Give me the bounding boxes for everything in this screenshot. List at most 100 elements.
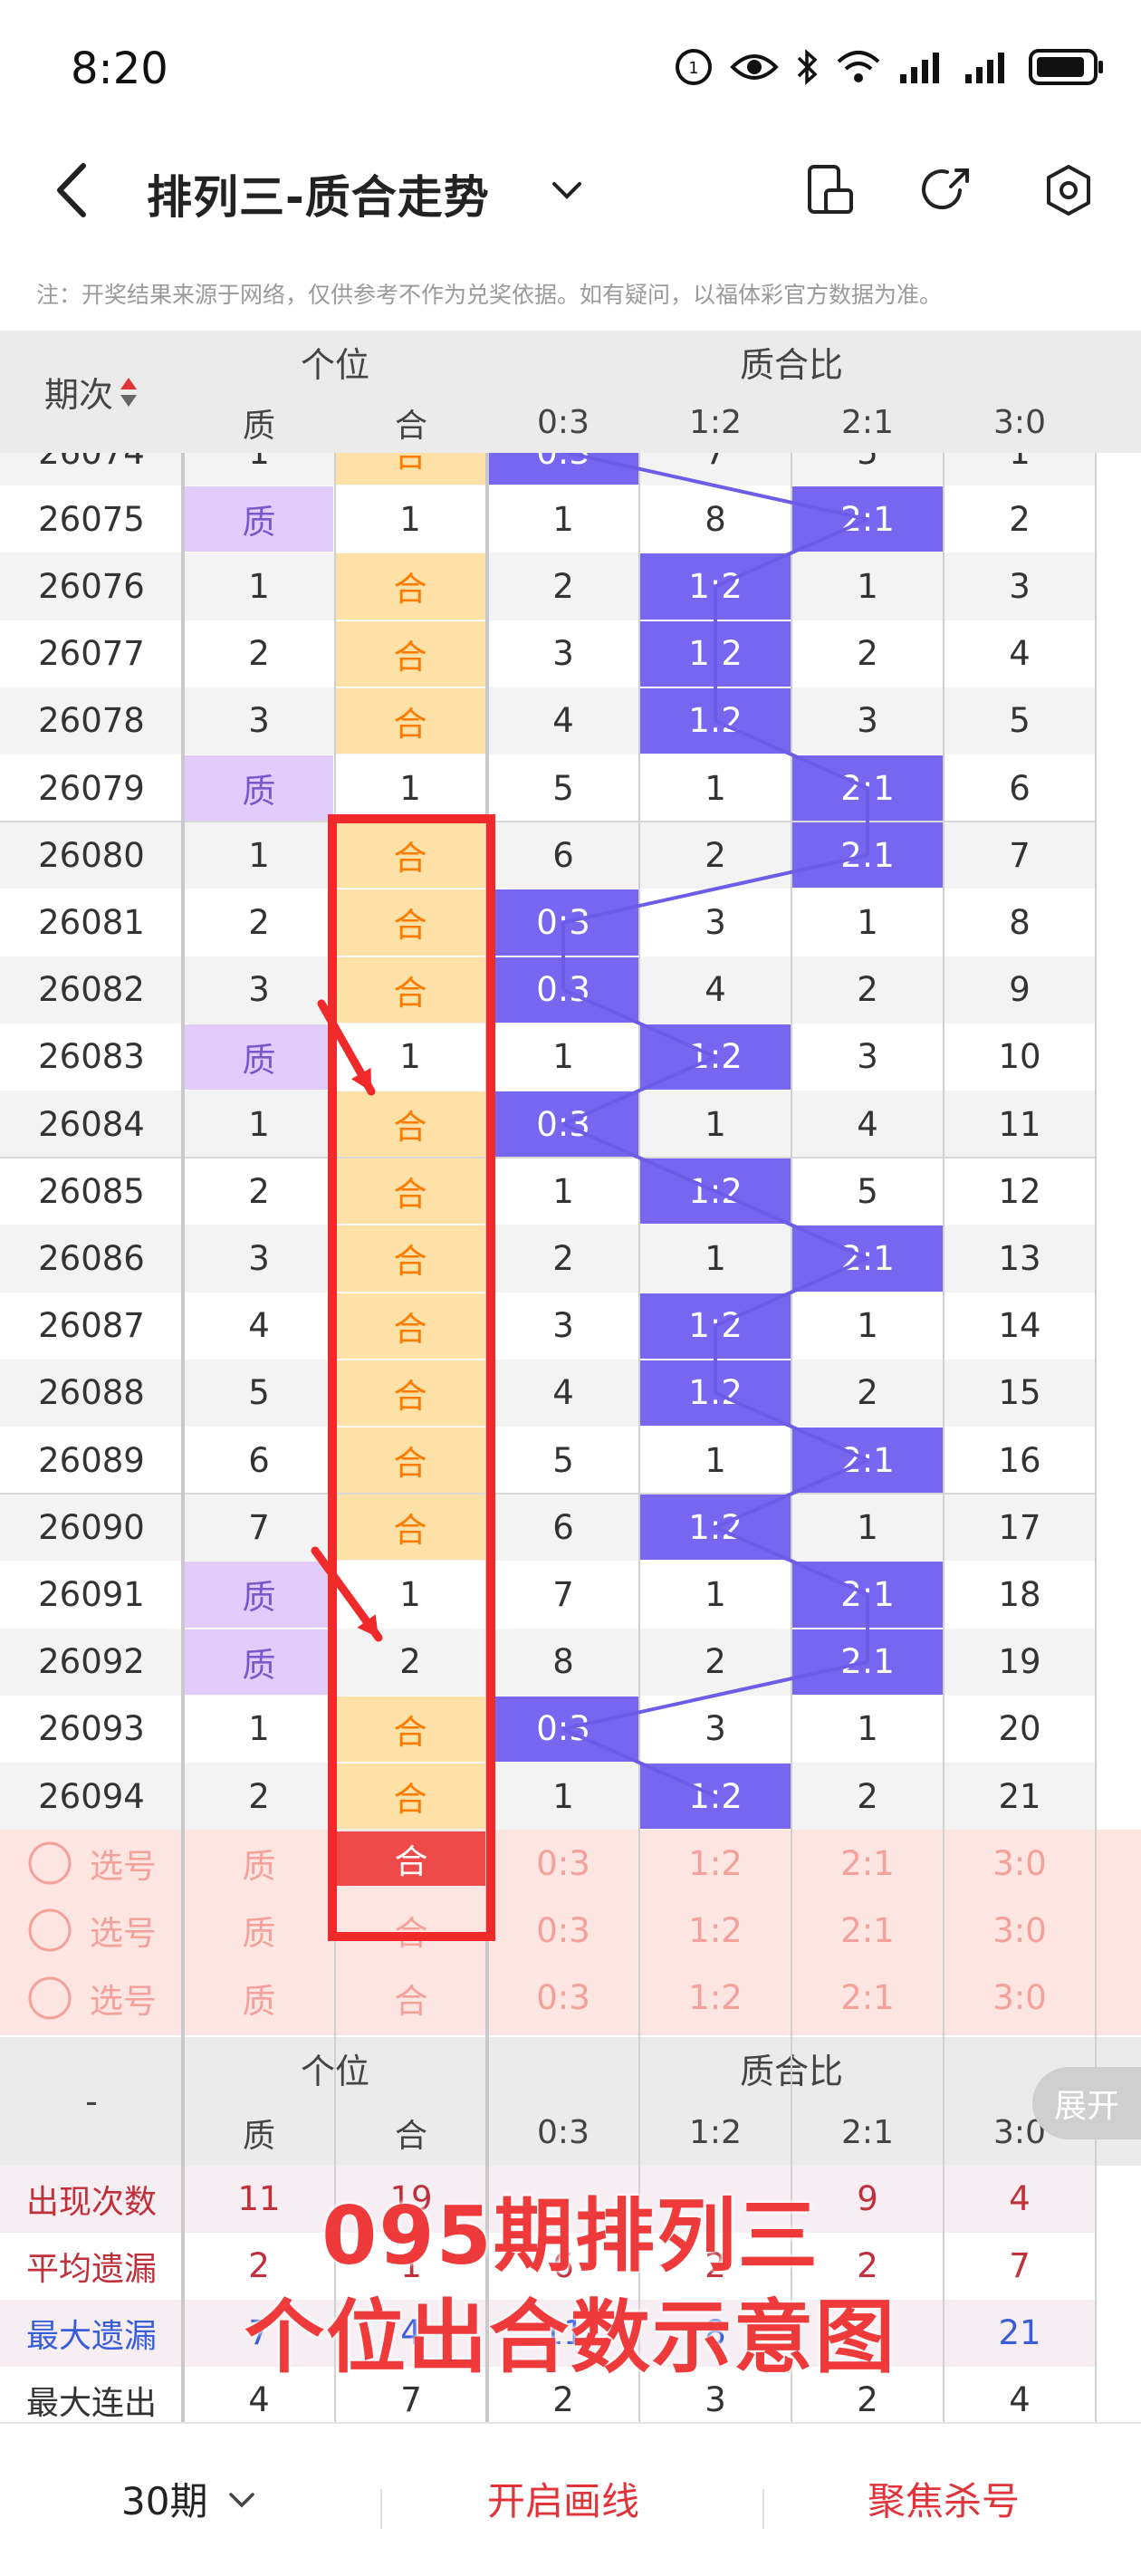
ratio-cell: 1 — [552, 1776, 574, 1816]
focus-kill-button[interactable]: 聚焦杀号 — [868, 2471, 1020, 2526]
select-number-row-label[interactable]: 选号 — [0, 1965, 183, 2032]
ratio-cell: 1:2 — [640, 1360, 791, 1426]
select-option-cell[interactable]: 3:0 — [944, 1965, 1096, 2032]
ratio-cell: 4 — [552, 701, 574, 741]
footer-subheader-cell: 2:1 — [841, 2114, 894, 2152]
ratio-cell: 11 — [998, 1104, 1041, 1144]
signal-icon-2 — [965, 53, 1004, 83]
select-option-cell[interactable]: 3:0 — [944, 1897, 1096, 1964]
position-prime-cell: 2 — [248, 1171, 270, 1211]
period-cell: 26079 — [38, 768, 145, 808]
page-title[interactable]: 排列三-质合走势 — [147, 161, 490, 226]
settings-gear-icon[interactable] — [1043, 163, 1094, 217]
period-cell: 26092 — [38, 1642, 145, 1682]
ratio-cell: 5 — [552, 768, 574, 808]
select-option-cell[interactable]: 0:3 — [487, 1965, 639, 2032]
position-composite-cell: 合 — [335, 1696, 485, 1762]
back-chevron-icon[interactable] — [47, 159, 101, 222]
sort-icon[interactable] — [119, 374, 139, 410]
select-option-cell[interactable]: 质 — [183, 1830, 335, 1897]
ratio-cell: 2:1 — [792, 822, 943, 889]
select-number-label: 选号 — [90, 1914, 157, 1954]
ratio-cell: 2:1 — [792, 1226, 943, 1292]
position-composite-cell: 1 — [399, 1574, 421, 1614]
ratio-cell: 1 — [552, 499, 574, 539]
ratio-cell: 1 — [857, 1507, 878, 1547]
position-composite-cell: 合 — [335, 1495, 485, 1561]
wifi-icon — [837, 51, 880, 82]
ratio-cell: 2:1 — [792, 1562, 943, 1628]
period-count-selector[interactable]: 30期 — [121, 2471, 258, 2526]
ratio-cell: 0:3 — [488, 956, 638, 1023]
select-option-cell[interactable]: 质 — [183, 1965, 335, 2032]
status-icons: 1 — [674, 47, 1105, 87]
position-prime-cell: 1 — [248, 1709, 270, 1749]
position-composite-cell: 合 — [335, 1427, 485, 1494]
ratio-cell: 8 — [552, 1642, 574, 1682]
column-divider-thick — [181, 331, 185, 2434]
ratio-cell: 1:2 — [640, 1495, 791, 1561]
select-option-cell[interactable]: 2:1 — [791, 1897, 944, 1964]
ratio-cell: 4 — [857, 1104, 878, 1144]
selected-composite-cell[interactable]: 合 — [337, 1831, 485, 1887]
select-option-cell[interactable]: 质 — [183, 1897, 335, 1964]
select-option-cell[interactable]: 3:0 — [944, 1830, 1096, 1897]
radio-circle-icon[interactable] — [26, 1840, 73, 1887]
subheader-cell: 1:2 — [639, 392, 791, 453]
share-icon[interactable] — [920, 163, 974, 217]
position-prime-cell: 2 — [248, 634, 270, 674]
select-number-row-label[interactable]: 选号 — [0, 1897, 183, 1964]
period-cell: 26086 — [38, 1238, 145, 1278]
ratio-cell: 4 — [1009, 634, 1031, 674]
select-option-cell[interactable]: 1:2 — [639, 1897, 791, 1964]
ratio-cell: 1 — [705, 1574, 726, 1614]
ratio-cell: 1 — [857, 566, 878, 606]
draw-lines-button[interactable]: 开启画线 — [487, 2471, 639, 2526]
ratio-cell: 1 — [705, 1440, 726, 1480]
subheader-cell: 合 — [335, 392, 487, 453]
ratio-cell: 2 — [705, 1642, 726, 1682]
expand-button[interactable]: 展开 — [1032, 2067, 1141, 2139]
ratio-cell: 5 — [552, 1440, 574, 1480]
radio-circle-icon[interactable] — [26, 1907, 73, 1954]
ratio-cell: 20 — [998, 1709, 1041, 1749]
footer-subheader-cell: 0:3 — [537, 2114, 590, 2152]
position-prime-cell: 3 — [248, 1238, 270, 1278]
select-option-cell[interactable]: 合 — [335, 1897, 487, 1964]
period-cell: 26078 — [38, 701, 145, 741]
ratio-cell: 3 — [857, 1037, 878, 1077]
ratio-cell: 5 — [857, 1171, 878, 1211]
ratio-cell: 9 — [1009, 970, 1031, 1010]
period-cell: 26085 — [38, 1171, 145, 1211]
radio-circle-icon[interactable] — [26, 1975, 73, 2022]
position-prime-cell: 6 — [248, 1440, 270, 1480]
landscape-rotate-icon[interactable] — [804, 163, 857, 217]
ratio-cell: 2 — [552, 1238, 574, 1278]
title-bar: 排列三-质合走势 — [0, 136, 1141, 245]
position-composite-cell: 合 — [335, 1360, 485, 1426]
position-composite-cell: 合 — [335, 1226, 485, 1292]
select-option-cell[interactable]: 合 — [335, 1965, 487, 2032]
ratio-cell: 17 — [998, 1507, 1041, 1547]
position-prime-cell: 3 — [248, 970, 270, 1010]
ratio-cell: 7 — [1009, 835, 1031, 875]
row-group-divider — [0, 821, 1096, 823]
divider — [762, 2489, 764, 2529]
select-option-cell[interactable]: 0:3 — [487, 1897, 639, 1964]
ratio-cell: 3 — [857, 701, 878, 741]
select-option-cell[interactable]: 2:1 — [791, 1965, 944, 2032]
period-header[interactable]: 期次 — [0, 331, 183, 453]
chevron-down-icon[interactable] — [549, 172, 585, 208]
svg-text:1: 1 — [688, 59, 698, 78]
position-prime-cell: 1 — [248, 835, 270, 875]
ratio-cell: 2 — [857, 970, 878, 1010]
period-cell: 26076 — [38, 566, 145, 606]
ratio-cell: 2 — [705, 835, 726, 875]
select-option-cell[interactable]: 1:2 — [639, 1830, 791, 1897]
position-prime-cell: 4 — [248, 1306, 270, 1346]
select-number-row-label[interactable]: 选号 — [0, 1830, 183, 1897]
select-option-cell[interactable]: 1:2 — [639, 1965, 791, 2032]
period-cell: 26083 — [38, 1037, 145, 1077]
select-option-cell[interactable]: 0:3 — [487, 1830, 639, 1897]
select-option-cell[interactable]: 2:1 — [791, 1830, 944, 1897]
